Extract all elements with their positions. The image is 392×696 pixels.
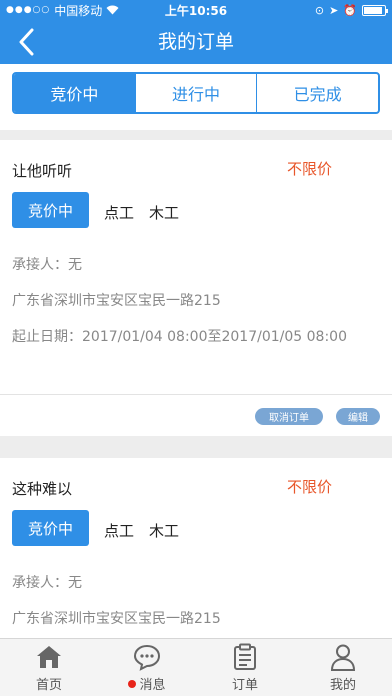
order-contractor: 承接人：无 (12, 575, 82, 591)
order-tag: 木工 (149, 204, 180, 222)
tabbar-item-home[interactable]: 首页 (0, 639, 98, 696)
order-address: 广东省深圳市宝安区宝民一路215 (12, 293, 221, 309)
order-dates: 起止日期：2017/01/04 08:00至2017/01/05 08:00 (12, 329, 347, 345)
tabbar-label: 消息 (139, 678, 166, 693)
order-tag: 木工 (149, 522, 180, 540)
home-icon (37, 646, 61, 668)
bottom-tab-bar: 首页 消息 订单 我的 (0, 638, 392, 696)
tabbar-item-messages[interactable]: 消息 (98, 639, 196, 696)
order-status-badge: 竞价中 (12, 510, 89, 546)
unread-dot (128, 679, 137, 688)
battery-icon (362, 4, 388, 16)
person-icon (330, 644, 356, 671)
tab-in-progress[interactable]: 进行中 (134, 74, 257, 112)
order-card[interactable]: 这种难以 不限价 竞价中 点工 木工 承接人：无 广东省深圳市宝安区宝民一路21… (0, 458, 392, 638)
tabbar-item-orders[interactable]: 订单 (196, 639, 294, 696)
order-status-badge: 竞价中 (12, 192, 89, 228)
status-bar: ●●●○○ 中国移动 上午10:56 ⊙ ➤ ⏰ (0, 0, 392, 20)
alarm-icon: ⏰ (343, 3, 357, 17)
chat-bubble-icon (133, 644, 161, 671)
tabbar-label: 订单 (231, 678, 258, 693)
tabbar-label: 我的 (329, 678, 356, 693)
segmented-tabs: 竞价中 进行中 已完成 (12, 72, 380, 114)
location-icon: ➤ (329, 3, 339, 17)
clipboard-icon (234, 643, 256, 670)
divider (0, 394, 392, 395)
order-address: 广东省深圳市宝安区宝民一路215 (12, 611, 221, 627)
tabbar-item-me[interactable]: 我的 (294, 639, 392, 696)
tabbar-label: 首页 (35, 678, 62, 693)
tabs-container: 竞价中 进行中 已完成 (0, 64, 392, 130)
orientation-lock-icon: ⊙ (314, 3, 325, 17)
edit-order-button[interactable]: 编辑 (336, 408, 380, 425)
order-price: 不限价 (286, 160, 332, 178)
order-price: 不限价 (286, 478, 332, 496)
order-card[interactable]: 让他听听 不限价 竞价中 点工 木工 承接人：无 广东省深圳市宝安区宝民一路21… (0, 140, 392, 436)
tab-bidding[interactable]: 竞价中 (14, 74, 135, 112)
tab-completed[interactable]: 已完成 (256, 74, 378, 112)
cancel-order-button[interactable]: 取消订单 (255, 408, 323, 425)
order-name: 这种难以 (12, 480, 73, 498)
page-title: 我的订单 (157, 31, 234, 53)
order-name: 让他听听 (12, 162, 73, 180)
order-contractor: 承接人：无 (12, 257, 82, 273)
order-tag: 点工 (104, 204, 135, 222)
nav-bar: 我的订单 (0, 20, 392, 64)
order-tag: 点工 (104, 522, 135, 540)
